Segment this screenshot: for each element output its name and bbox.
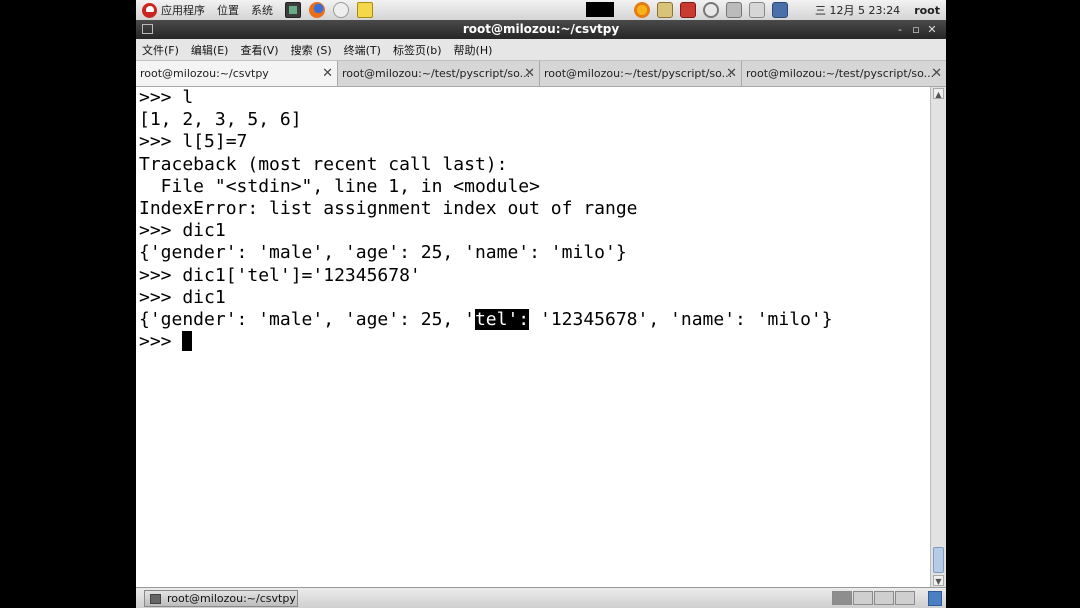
clock[interactable]: 三 12月 5 23:24 <box>815 2 900 18</box>
taskbar-terminal-button[interactable]: root@milozou:~/csvtpy <box>144 590 298 607</box>
menu-search[interactable]: 搜索 (S) <box>291 42 332 58</box>
workspace-4[interactable] <box>895 591 915 605</box>
line-text: {'gender': 'male', 'age': 25, ' <box>139 308 475 330</box>
maximize-button[interactable]: ▫ <box>908 20 924 39</box>
task-label: root@milozou:~/csvtpy <box>167 592 296 605</box>
vertical-scrollbar[interactable]: ▲ ▼ <box>930 87 946 587</box>
minimize-button[interactable]: - <box>892 20 908 39</box>
tab-label: root@milozou:~/csvtpy <box>140 67 269 80</box>
scroll-up-icon[interactable]: ▲ <box>933 88 944 99</box>
terminal-output[interactable]: >>> l [1, 2, 3, 5, 6] >>> l[5]=7 Traceba… <box>136 87 930 587</box>
note-icon[interactable] <box>357 2 373 18</box>
tab-label: root@milozou:~/test/pyscript/so... <box>544 67 733 80</box>
tab-label: root@milozou:~/test/pyscript/so... <box>746 67 935 80</box>
terminal-line-with-selection: {'gender': 'male', 'age': 25, 'tel': '12… <box>139 308 833 331</box>
menu-help[interactable]: 帮助(H) <box>454 42 493 58</box>
workspace-2[interactable] <box>853 591 873 605</box>
workspace-switcher <box>832 591 916 605</box>
volume-icon[interactable] <box>749 2 765 18</box>
terminal-line: [1, 2, 3, 5, 6] <box>139 109 302 131</box>
panel-menu-applications[interactable]: 应用程序 <box>161 2 205 18</box>
tab-pyscript-3[interactable]: root@milozou:~/test/pyscript/so... ✕ <box>742 61 946 86</box>
panel-menu-system[interactable]: 系统 <box>251 2 273 18</box>
menu-tabs[interactable]: 标签页(b) <box>393 42 442 58</box>
close-icon[interactable]: ✕ <box>726 61 737 86</box>
terminal-line: >>> dic1 <box>139 220 226 242</box>
menu-terminal[interactable]: 终端(T) <box>344 42 381 58</box>
trash-icon[interactable] <box>928 591 942 606</box>
text-cursor <box>182 331 193 352</box>
tab-csvtpy[interactable]: root@milozou:~/csvtpy ✕ <box>136 61 338 86</box>
terminal-prompt-line: >>> <box>139 331 833 353</box>
menu-view[interactable]: 查看(V) <box>240 42 278 58</box>
fedora-logo-icon <box>142 2 157 18</box>
terminal-line: Traceback (most recent call last): <box>139 153 508 175</box>
bookmark-icon[interactable] <box>680 2 696 18</box>
terminal-icon[interactable] <box>285 2 301 18</box>
terminal-line: >>> l <box>139 87 194 108</box>
scrollbar-thumb[interactable] <box>933 547 944 573</box>
applications-menu[interactable]: 应用程序 <box>142 0 217 20</box>
scroll-down-icon[interactable]: ▼ <box>933 575 944 586</box>
menu-file[interactable]: 文件(F) <box>142 42 179 58</box>
window-menu-icon[interactable] <box>142 24 153 34</box>
tab-bar: root@milozou:~/csvtpy ✕ root@milozou:~/t… <box>136 61 946 87</box>
close-icon[interactable]: ✕ <box>931 61 942 86</box>
panel-applet <box>586 2 614 17</box>
close-button[interactable]: ✕ <box>924 20 940 39</box>
terminal-line: File "<stdin>", line 1, in <module> <box>139 175 540 197</box>
tab-pyscript-1[interactable]: root@milozou:~/test/pyscript/so... ✕ <box>338 61 540 86</box>
panel-menu-places[interactable]: 位置 <box>217 2 239 18</box>
terminal-window-icon <box>150 593 161 604</box>
window-title: root@milozou:~/csvtpy <box>462 22 620 36</box>
terminal-line: >>> l[5]=7 <box>139 131 248 153</box>
workspace-1[interactable] <box>832 591 852 605</box>
line-text: '12345678', 'name': 'milo'} <box>529 308 833 330</box>
system-tray <box>634 2 795 18</box>
prompt: >>> <box>139 331 183 353</box>
tab-label: root@milozou:~/test/pyscript/so... <box>342 67 531 80</box>
menu-edit[interactable]: 编辑(E) <box>191 42 229 58</box>
update-icon[interactable] <box>657 2 673 18</box>
terminal-line: IndexError: list assignment index out of… <box>139 197 638 219</box>
tab-pyscript-2[interactable]: root@milozou:~/test/pyscript/so... ✕ <box>540 61 742 86</box>
display-icon[interactable] <box>772 2 788 18</box>
bottom-panel: root@milozou:~/csvtpy <box>136 587 946 608</box>
workspace-3[interactable] <box>874 591 894 605</box>
firefox-icon[interactable] <box>309 2 325 18</box>
close-icon[interactable]: ✕ <box>524 61 535 86</box>
top-panel: 应用程序 位置 系统 三 12月 5 23:24 root <box>136 0 946 21</box>
desktop-screen: 应用程序 位置 系统 三 12月 5 23:24 root root@miloz… <box>136 0 946 608</box>
power-icon[interactable] <box>703 2 719 18</box>
user-name[interactable]: root <box>914 4 940 17</box>
close-icon[interactable]: ✕ <box>322 61 333 86</box>
network-icon[interactable] <box>726 2 742 18</box>
terminal-line: {'gender': 'male', 'age': 25, 'name': 'm… <box>139 242 627 264</box>
selected-text[interactable]: tel': <box>474 308 530 330</box>
terminal-line: >>> dic1['tel']='12345678' <box>139 264 421 286</box>
weather-icon[interactable] <box>634 2 650 18</box>
mail-icon[interactable] <box>333 2 349 18</box>
window-title-bar[interactable]: root@milozou:~/csvtpy - ▫ ✕ <box>136 20 946 39</box>
menu-bar: 文件(F) 编辑(E) 查看(V) 搜索 (S) 终端(T) 标签页(b) 帮助… <box>136 39 946 61</box>
terminal-line: >>> dic1 <box>139 286 226 308</box>
